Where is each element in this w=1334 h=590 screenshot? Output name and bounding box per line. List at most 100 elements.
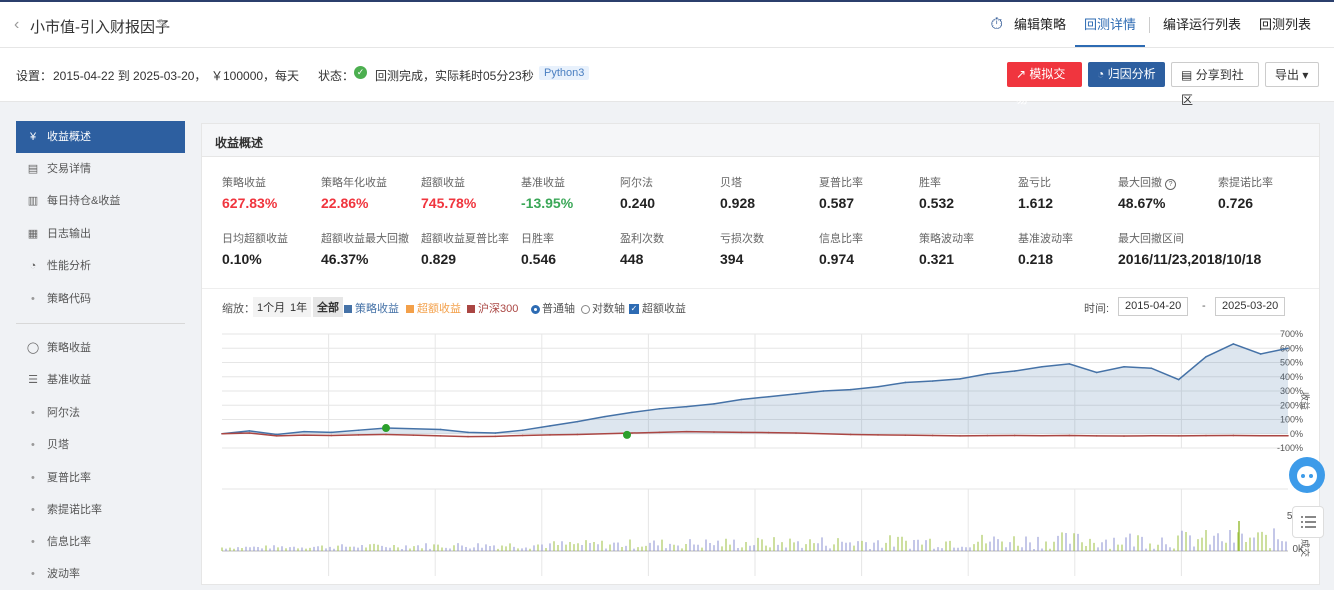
metric-value: 627.83%	[222, 195, 278, 211]
metric-label: 胜率	[919, 177, 941, 189]
metric-value: 0.218	[1018, 251, 1054, 267]
date-to-input[interactable]: 2025-03-20	[1215, 297, 1286, 316]
legend-csi300[interactable]: 沪深300	[467, 300, 518, 316]
sidebar-item-beta[interactable]: • 贝塔	[16, 429, 185, 461]
customer-service-icon[interactable]	[1289, 457, 1325, 493]
zoom-1-year-button[interactable]: 1年	[286, 297, 312, 317]
legend-excess-return[interactable]: 超额收益	[406, 300, 461, 316]
csi300-point	[631, 432, 633, 434]
csi300-point	[1232, 434, 1235, 437]
check-circle-icon: ✓	[354, 66, 367, 79]
metric-excess-return: 超额收益 745.78%	[421, 174, 521, 211]
list-menu-icon[interactable]	[1292, 506, 1324, 538]
strategy-return-point	[959, 378, 961, 380]
back-chevron-icon[interactable]: ‹	[14, 16, 19, 34]
sidebar-item-sharpe[interactable]: • 夏普比率	[16, 462, 185, 494]
sidebar-item-label: 交易详情	[47, 163, 91, 175]
metric-label: 最大回撤 ?	[1118, 174, 1218, 190]
sidebar-item-trade-detail[interactable]: ▤ 交易详情	[16, 153, 185, 185]
sidebar-item-log-output[interactable]: ▦ 日志输出	[16, 218, 185, 250]
csi300-point	[1287, 434, 1289, 437]
metric-label: 策略年化收益	[321, 177, 387, 189]
strategy-return-point	[740, 398, 743, 401]
strategy-return-point	[986, 373, 989, 375]
y-tick-label: -100%	[1277, 443, 1303, 453]
strategy-return-point	[603, 415, 606, 418]
export-label: 导出	[1275, 68, 1300, 82]
strategy-return-point	[877, 385, 879, 388]
attribution-button[interactable]: ◔ 归因分析	[1088, 62, 1165, 87]
robot-face-icon	[1297, 466, 1317, 486]
excess-return-checkbox[interactable]: ✓ 超额收益	[629, 300, 686, 316]
csi300-point	[849, 433, 852, 436]
panel-divider	[202, 288, 1319, 289]
csi300-point	[1150, 434, 1153, 437]
csi300-point	[1259, 434, 1262, 437]
metric-annual-return: 策略年化收益 22.86%	[321, 174, 421, 211]
csi300-point	[931, 434, 934, 437]
export-dropdown[interactable]: 导出 ▾	[1265, 62, 1319, 87]
sidebar-item-daily-holdings[interactable]: ▥ 每日持仓&收益	[16, 185, 185, 217]
metric-label: 索提诺比率	[1218, 177, 1273, 189]
bullet-icon: •	[31, 504, 35, 516]
sim-trade-button[interactable]: ↗ 模拟交易	[1007, 62, 1082, 106]
legend-strategy-return[interactable]: 策略收益	[344, 300, 399, 316]
strategy-return-point	[576, 420, 579, 423]
sidebar-item-return-overview[interactable]: ¥ 收益概述	[16, 121, 185, 153]
metric-value: 0.532	[919, 195, 955, 211]
csi300-point	[822, 432, 825, 435]
sidebar-item-sortino[interactable]: • 索提诺比率	[16, 494, 185, 526]
sidebar-item-label: 收益概述	[47, 131, 91, 143]
csi300-point	[1068, 434, 1071, 437]
metric-label: 超额收益	[421, 177, 465, 189]
help-circle-icon[interactable]: ?	[1165, 179, 1177, 190]
checkmark-icon: ✓	[629, 304, 639, 315]
sidebar-item-strategy-code[interactable]: • 策略代码	[16, 283, 185, 315]
metric-value: 0.587	[819, 195, 855, 211]
metric-label: 基准波动率	[1018, 233, 1073, 245]
metric-sharpe: 夏普比率 0.587	[819, 174, 919, 211]
return-chart[interactable]: 700%600%500%400%300%200%100%0%-100%收益50k…	[202, 324, 1319, 584]
yen-icon: ¥	[29, 131, 37, 143]
csi300-point	[357, 434, 360, 436]
sidebar-item-performance[interactable]: ◔ 性能分析	[16, 250, 185, 282]
metric-alpha: 阿尔法 0.240	[620, 174, 720, 211]
return-overview-panel: 收益概述 策略收益 627.83% 策略年化收益 22.86% 超额收益 745.78…	[201, 123, 1320, 585]
csi300-point	[1013, 434, 1016, 437]
bullet-icon: •	[31, 568, 35, 580]
sidebar-item-strategy-return[interactable]: ◯ 策略收益	[16, 332, 185, 364]
nav-backtest-list[interactable]: 回测列表	[1250, 2, 1320, 47]
nav-compile-run-list[interactable]: 编译运行列表	[1154, 2, 1250, 47]
strategy-return-point	[303, 430, 305, 433]
csi300-point	[795, 432, 797, 434]
axis-normal-radio[interactable]: 普通轴	[531, 300, 575, 316]
sidebar-item-volatility[interactable]: • 波动率	[16, 558, 185, 590]
bullet-icon: •	[31, 439, 35, 451]
legend-swatch	[467, 305, 475, 314]
zoom-1-month-button[interactable]: 1个月	[253, 297, 290, 317]
share-community-button[interactable]: ▤ 分享到社区	[1171, 62, 1259, 107]
sidebar-item-alpha[interactable]: • 阿尔法	[16, 397, 185, 429]
metric-value: 0.726	[1218, 195, 1254, 211]
metric-strategy-volatility: 策略波动率 0.321	[919, 230, 1019, 267]
checkbox-label: 超额收益	[642, 303, 686, 315]
metric-daily-win-rate: 日胜率 0.546	[521, 230, 621, 267]
sidebar-item-benchmark-return[interactable]: ☰ 基准收益	[16, 364, 185, 396]
axis-log-radio[interactable]: 对数轴	[581, 300, 625, 316]
nav-backtest-detail[interactable]: 回测详情	[1074, 2, 1145, 47]
pencil-edit-icon[interactable]: ✎	[157, 16, 169, 33]
strategy-return-point	[1123, 365, 1125, 368]
metric-value: 2016/11/23,2018/10/18	[1118, 251, 1262, 267]
zoom-all-button[interactable]: 全部	[313, 297, 343, 317]
metric-value: 448	[620, 251, 644, 267]
settings-capital: ￥100000，	[211, 69, 276, 83]
sidebar-item-label: 阿尔法	[47, 407, 80, 419]
strategy-return-point	[1232, 343, 1235, 345]
csi300-point	[767, 431, 770, 434]
date-from-input[interactable]: 2015-04-20	[1118, 297, 1189, 316]
nav-edit-strategy[interactable]: 编辑策略	[1005, 2, 1075, 47]
csi300-point	[412, 434, 415, 436]
sidebar-item-info-ratio[interactable]: • 信息比率	[16, 526, 185, 558]
comment-icon: ▤	[1181, 68, 1193, 82]
metric-label: 超额收益夏普比率	[421, 233, 509, 245]
